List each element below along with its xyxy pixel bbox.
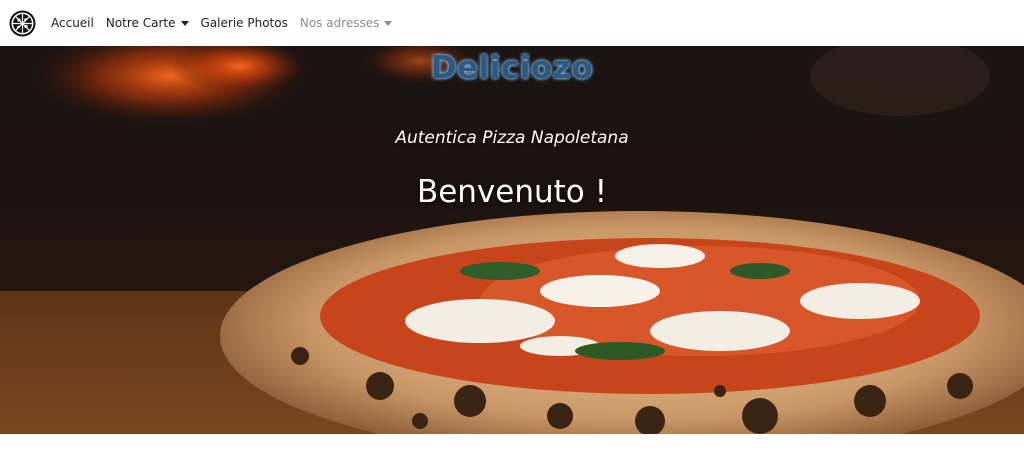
- hero-welcome: Benvenuto !: [416, 174, 608, 210]
- caret-down-icon: [180, 20, 189, 26]
- nav-nos-adresses-label: Nos adresses: [299, 16, 380, 30]
- nav-accueil[interactable]: Accueil: [51, 16, 94, 30]
- nav-galerie-photos-label: Galerie Photos: [200, 16, 288, 30]
- hero-banner: Deliciozo Autentica Pizza Napoletana Ben…: [0, 46, 1024, 434]
- nav-notre-carte-label: Notre Carte: [105, 16, 176, 30]
- pizza-icon[interactable]: [8, 9, 37, 38]
- brand-title: Deliciozo: [430, 50, 594, 86]
- hero-tagline: Autentica Pizza Napoletana: [395, 128, 629, 148]
- nav-accueil-label: Accueil: [51, 16, 94, 30]
- nav-galerie-photos[interactable]: Galerie Photos: [201, 16, 288, 30]
- nav-notre-carte-dropdown[interactable]: Notre Carte: [106, 16, 189, 30]
- pizza-hero-image: [0, 46, 1024, 434]
- nav-nos-adresses-dropdown[interactable]: Nos adresses: [300, 16, 393, 30]
- top-navbar: Accueil Notre Carte Galerie Photos Nos a…: [0, 0, 1024, 46]
- caret-down-icon: [384, 20, 393, 26]
